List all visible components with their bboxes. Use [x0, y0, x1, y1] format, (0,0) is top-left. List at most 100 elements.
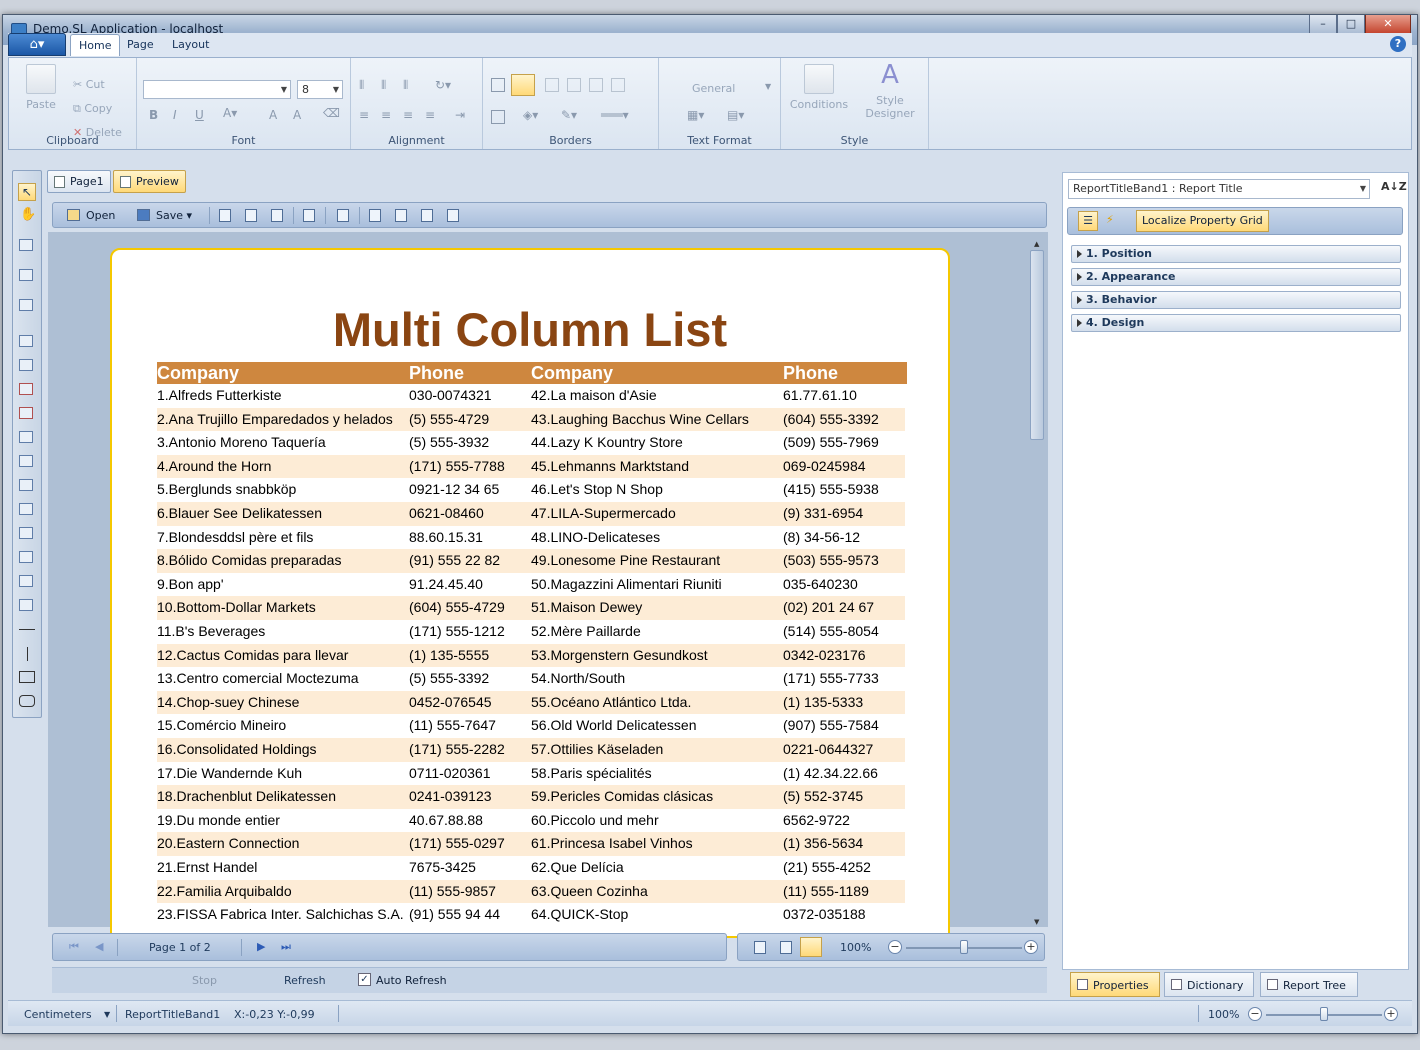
save-button[interactable]: Save ▾	[137, 207, 192, 225]
richtext-tool-icon[interactable]	[19, 407, 33, 419]
cross-band-tool-icon[interactable]	[19, 269, 33, 281]
localize-property-grid-button[interactable]: Localize Property Grid	[1136, 210, 1269, 232]
single-page-icon[interactable]	[369, 209, 381, 222]
pointer-tool-icon[interactable]: ↖	[18, 183, 36, 201]
border-bottom-icon[interactable]	[589, 78, 603, 92]
font-family-combo[interactable]: ▼	[143, 80, 291, 99]
cut-button[interactable]: ✂ Cut	[73, 78, 105, 91]
section-design[interactable]: 4. Design	[1071, 314, 1401, 332]
rotate-icon[interactable]: ↻▾	[435, 78, 451, 92]
border-style-icon[interactable]: ═══▾	[601, 108, 629, 122]
font-color-button[interactable]: A▾	[223, 106, 237, 120]
format-icon-1[interactable]: ▦▾	[687, 108, 704, 122]
status-zoom-out-icon[interactable]: −	[1248, 1007, 1262, 1021]
units-selector[interactable]: Centimeters	[24, 1008, 92, 1021]
units-dropdown-icon[interactable]: ▼	[104, 1010, 110, 1019]
two-page-view-icon[interactable]	[780, 941, 792, 954]
status-zoom-slider-handle[interactable]	[1320, 1007, 1328, 1021]
horizontal-line-tool-icon[interactable]	[19, 629, 35, 630]
sort-alphabetical-icon[interactable]: A↓Z	[1381, 180, 1407, 193]
full-screen-icon[interactable]	[447, 209, 459, 222]
fill-color-icon[interactable]: ◈▾	[523, 108, 538, 122]
properties-view-icon[interactable]: ☰	[1078, 211, 1098, 231]
shadow-icon[interactable]	[491, 110, 505, 124]
paste-button[interactable]: Paste	[21, 64, 61, 111]
tab-page[interactable]: Page	[119, 34, 162, 56]
maximize-button[interactable]: □	[1337, 15, 1365, 35]
first-page-icon[interactable]: ⏮	[69, 940, 79, 954]
new-page-icon[interactable]	[219, 209, 231, 222]
bold-button[interactable]: B	[149, 108, 158, 122]
border-all-icon[interactable]	[491, 78, 505, 92]
clear-format-icon[interactable]: ⌫	[323, 106, 340, 120]
zoom-slider-handle[interactable]	[960, 940, 968, 954]
style-designer-button[interactable]: A Style Designer	[861, 60, 919, 120]
format-icon-2[interactable]: ▤▾	[727, 108, 744, 122]
help-icon[interactable]: ?	[1390, 36, 1406, 52]
align-top-icon[interactable]: ⦀	[359, 78, 364, 93]
continuous-icon[interactable]	[395, 209, 407, 222]
copy-page-icon[interactable]	[271, 209, 283, 222]
section-behavior[interactable]: 3. Behavior	[1071, 291, 1401, 309]
image-tool-icon[interactable]	[19, 551, 33, 563]
underline-button[interactable]: U	[195, 108, 204, 122]
rounded-rectangle-tool-icon[interactable]	[19, 695, 35, 707]
shrink-font-icon[interactable]: A	[293, 108, 301, 122]
tab-dictionary[interactable]: Dictionary	[1164, 972, 1254, 997]
close-button[interactable]: ✕	[1365, 15, 1411, 35]
minimize-button[interactable]: –	[1309, 15, 1337, 35]
page-tool-icon[interactable]	[19, 335, 33, 347]
multiple-pages-icon[interactable]	[421, 209, 433, 222]
section-appearance[interactable]: 2. Appearance	[1071, 268, 1401, 286]
align-center-icon[interactable]: ≡	[381, 108, 391, 122]
page-setup-icon[interactable]	[303, 209, 315, 222]
format-dropdown-icon[interactable]: ▼	[765, 82, 771, 91]
container-tool-icon[interactable]	[19, 431, 33, 443]
table-tool-icon[interactable]	[19, 503, 33, 515]
refresh-button[interactable]: Refresh	[284, 974, 326, 987]
multi-page-view-icon[interactable]	[800, 937, 822, 957]
previous-page-icon[interactable]: ◀	[95, 940, 103, 953]
data-band-tool-icon[interactable]	[19, 299, 33, 311]
copy-button[interactable]: ⧉ Copy	[73, 102, 112, 116]
auto-refresh-checkbox[interactable]: ✓	[358, 973, 371, 986]
border-left-icon[interactable]	[567, 78, 581, 92]
scroll-up-icon[interactable]: ▲	[1034, 240, 1039, 248]
border-color-icon[interactable]: ✎▾	[561, 108, 577, 122]
text-tool-icon[interactable]	[19, 383, 33, 395]
tab-report-tree[interactable]: Report Tree	[1260, 972, 1358, 997]
align-bottom-icon[interactable]: ⦀	[403, 78, 408, 93]
align-middle-icon[interactable]: ⦀	[381, 78, 386, 93]
grow-font-icon[interactable]: A	[269, 108, 277, 122]
next-page-icon[interactable]: ▶	[257, 940, 265, 953]
events-view-icon[interactable]: ⚡	[1106, 213, 1114, 226]
zoom-out-icon[interactable]: −	[888, 940, 902, 954]
label-tool-icon[interactable]	[19, 527, 33, 539]
conditions-button[interactable]: Conditions	[787, 64, 851, 111]
application-menu-button[interactable]: ⌂▾	[8, 33, 66, 56]
tab-home[interactable]: Home	[70, 34, 121, 56]
font-size-combo[interactable]: 8 ▼	[297, 80, 343, 99]
border-right-icon[interactable]	[611, 78, 625, 92]
align-left-icon[interactable]: ≡	[359, 108, 369, 122]
format-combo[interactable]: General	[692, 82, 735, 95]
tab-properties[interactable]: Properties	[1070, 972, 1160, 997]
vertical-line-tool-icon[interactable]	[27, 647, 28, 661]
vertical-scrollbar[interactable]: ▲ ▼	[1028, 240, 1046, 930]
last-page-icon[interactable]: ⏭	[281, 940, 291, 954]
delete-page-icon[interactable]	[245, 209, 257, 222]
italic-button[interactable]: I	[173, 108, 177, 122]
panel-tool-icon[interactable]	[19, 359, 33, 371]
border-top-icon[interactable]	[545, 78, 559, 92]
barcode-tool-icon[interactable]	[19, 575, 33, 587]
band-tool-icon[interactable]	[19, 239, 33, 251]
border-none-button[interactable]	[511, 74, 535, 96]
rectangle-tool-icon[interactable]	[19, 671, 35, 683]
scroll-thumb[interactable]	[1030, 250, 1044, 440]
align-right-icon[interactable]: ≡	[403, 108, 413, 122]
scroll-down-icon[interactable]: ▼	[1034, 918, 1039, 926]
zoom-in-icon[interactable]: +	[1024, 940, 1038, 954]
word-wrap-icon[interactable]: ⇥	[455, 108, 465, 122]
hand-tool-icon[interactable]: ✋	[20, 207, 36, 222]
section-position[interactable]: 1. Position	[1071, 245, 1401, 263]
